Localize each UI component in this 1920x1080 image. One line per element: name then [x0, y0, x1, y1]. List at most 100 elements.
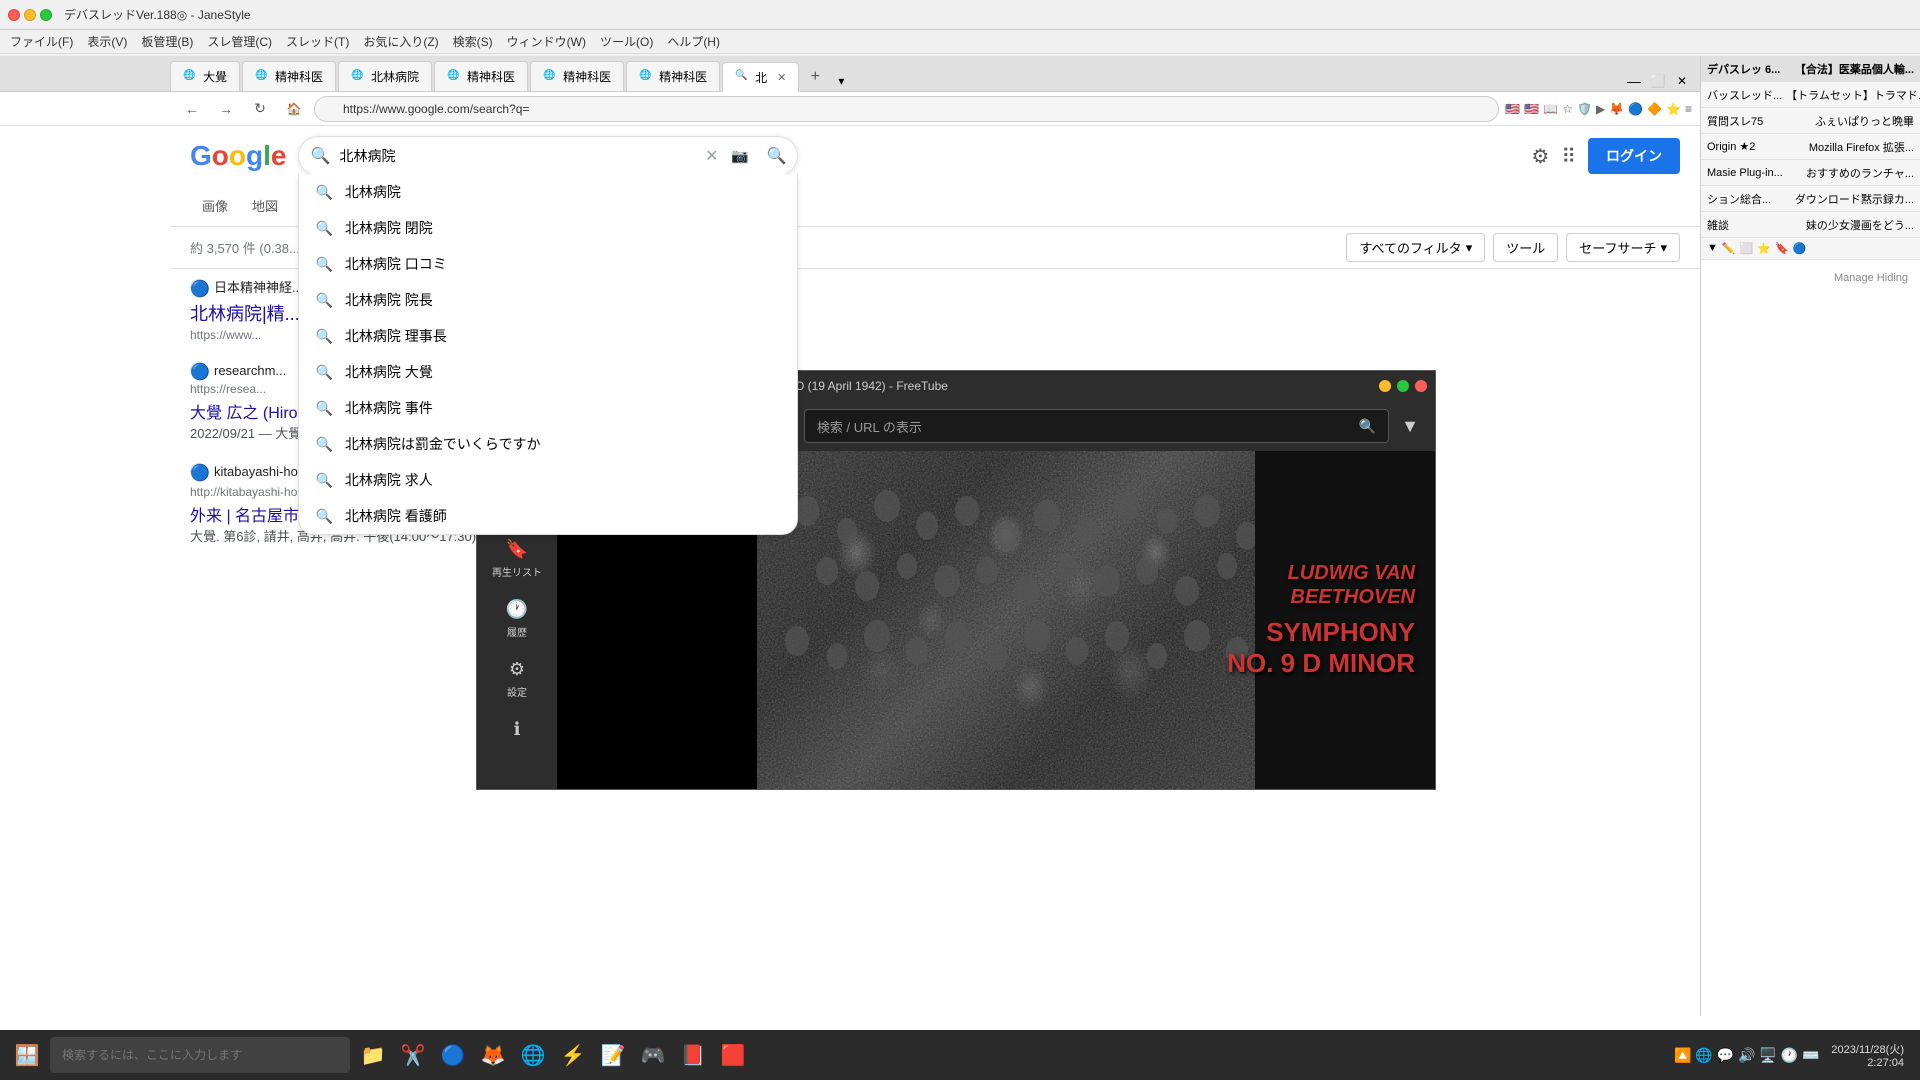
ft-sidebar-info[interactable]: ℹ — [477, 709, 557, 750]
tab-psych2[interactable]: 🌐 精神科医 — [434, 61, 528, 91]
ft-sidebar-settings[interactable]: ⚙ 設定 — [477, 649, 557, 709]
ac-item-4[interactable]: 🔍 北林病院 院長 — [299, 282, 797, 318]
menu-file[interactable]: ファイル(F) — [4, 31, 79, 52]
all-filters-btn[interactable]: すべてのフィルタ ▾ — [1346, 233, 1485, 262]
minimize-button[interactable] — [24, 9, 36, 21]
addon-icon-5[interactable]: 🔶 — [1647, 102, 1662, 116]
taskbar-pdf[interactable]: 📕 — [674, 1036, 712, 1074]
ac-item-10[interactable]: 🔍 北林病院 看護師 — [299, 498, 797, 534]
taskbar-gaming[interactable]: 🎮 — [634, 1036, 672, 1074]
tools-btn[interactable]: ツール — [1493, 233, 1558, 262]
menu-thread-mgmt[interactable]: スレ管理(C) — [201, 31, 278, 52]
reader-icon[interactable]: 📖 — [1543, 102, 1558, 116]
tab-ooku[interactable]: 🌐 大覺 — [170, 61, 240, 91]
menu-search[interactable]: 検索(S) — [447, 31, 499, 52]
taskbar-notes[interactable]: 📝 — [594, 1036, 632, 1074]
rs-item-4[interactable]: Masie Plug-in... おすすめのランチャ... — [1701, 160, 1920, 186]
maximize-button[interactable] — [40, 9, 52, 21]
taskbar-app3[interactable]: 🟥 — [714, 1036, 752, 1074]
menu-board[interactable]: 板管理(B) — [135, 31, 199, 52]
tab-psych4[interactable]: 🌐 精神科医 — [626, 61, 720, 91]
ft-overlay-line3: SYMPHONY — [1227, 617, 1415, 648]
addon-icon-3[interactable]: 🦊 — [1609, 102, 1624, 116]
ac-item-7[interactable]: 🔍 北林病院 事件 — [299, 390, 797, 426]
rs-item-6[interactable]: 雑談 妹の少女漫画をどう... — [1701, 212, 1920, 238]
lang-icon-1[interactable]: 🇺🇸 — [1505, 102, 1520, 116]
ac-item-1[interactable]: 🔍 北林病院 — [299, 174, 797, 210]
ft-close-button[interactable] — [1415, 380, 1427, 392]
rs-item-1[interactable]: バッスレッド... 【トラムセット】トラマド... — [1701, 82, 1920, 108]
google-search-input[interactable] — [298, 136, 798, 176]
browser-max-button[interactable]: ⬜ — [1648, 71, 1668, 91]
reload-button[interactable]: ↻ — [246, 95, 274, 123]
menu-icon[interactable]: ≡ — [1685, 102, 1692, 116]
rs-item-5[interactable]: ション総合... ダウンロード黙示録カ... — [1701, 186, 1920, 212]
browser-min-button[interactable]: — — [1624, 71, 1644, 91]
ft-minimize-button[interactable] — [1379, 380, 1391, 392]
taskbar-firefox[interactable]: 🦊 — [474, 1036, 512, 1074]
settings-icon[interactable]: ⚙ — [1531, 144, 1549, 169]
home-button[interactable]: 🏠 — [280, 95, 308, 123]
safe-search-btn[interactable]: セーフサーチ ▾ — [1566, 233, 1680, 262]
ft-sidebar-playlist[interactable]: 🔖 再生リスト — [477, 529, 557, 589]
bookmark-star-icon[interactable]: ☆ — [1562, 102, 1573, 116]
camera-search-icon[interactable]: 📷 — [731, 148, 748, 165]
menu-bar: ファイル(F) 表示(V) 板管理(B) スレ管理(C) スレッド(T) お気に… — [0, 30, 1920, 54]
ft-maximize-button[interactable] — [1397, 380, 1409, 392]
ac-item-2[interactable]: 🔍 北林病院 閉院 — [299, 210, 797, 246]
rs-manage: Manage Hiding — [1709, 268, 1912, 288]
ac-item-3[interactable]: 🔍 北林病院 口コミ — [299, 246, 797, 282]
taskbar-scissors[interactable]: ✂️ — [394, 1036, 432, 1074]
search-submit-icon[interactable]: 🔍 — [767, 146, 787, 166]
taskbar-explorer[interactable]: 📁 — [354, 1036, 392, 1074]
freetube-filter-button[interactable]: ▼ — [1401, 416, 1419, 437]
menu-tools[interactable]: ツール(O) — [594, 31, 659, 52]
menu-favorites[interactable]: お気に入り(Z) — [357, 31, 444, 52]
tab-close-btn[interactable]: ✕ — [777, 71, 786, 84]
tab-psych1[interactable]: 🌐 精神科医 — [242, 61, 336, 91]
ac-item-6[interactable]: 🔍 北林病院 大覺 — [299, 354, 797, 390]
back-button[interactable]: ← — [178, 95, 206, 123]
freetube-search-button[interactable]: 🔍 — [1359, 418, 1376, 435]
tab-kita-active[interactable]: 🔍 北 ✕ — [722, 62, 799, 92]
search-icon: 🔍 — [315, 364, 332, 381]
addon-icon-2[interactable]: ▶ — [1596, 102, 1605, 116]
menu-window[interactable]: ウィンドウ(W) — [501, 31, 592, 52]
rs-item-2[interactable]: 質問スレ75 ふぇいぱりっと晩畢 — [1701, 108, 1920, 134]
ac-item-9[interactable]: 🔍 北林病院 求人 — [299, 462, 797, 498]
taskbar-browser2[interactable]: 🌐 — [514, 1036, 552, 1074]
apps-icon[interactable]: ⠿ — [1561, 144, 1576, 169]
browser-close-button[interactable]: ✕ — [1672, 71, 1692, 91]
ac-item-8[interactable]: 🔍 北林病院は罰金でいくらですか — [299, 426, 797, 462]
taskbar-app1[interactable]: 🔵 — [434, 1036, 472, 1074]
menu-help[interactable]: ヘルプ(H) — [661, 31, 726, 52]
tab-images[interactable]: 画像 — [190, 188, 240, 226]
search-icon: 🔍 — [315, 184, 332, 201]
ft-sidebar-history[interactable]: 🕐 履歴 — [477, 589, 557, 649]
rs-item-3[interactable]: Origin ★2 Mozilla Firefox 拡張... — [1701, 134, 1920, 160]
history-icon: 🕐 — [506, 599, 528, 620]
tab-psych3[interactable]: 🌐 精神科医 — [530, 61, 624, 91]
search-icon: 🔍 — [315, 400, 332, 417]
search-clear-icon[interactable]: ✕ — [705, 146, 718, 166]
result-favicon-3: 🔵 — [190, 463, 206, 479]
address-bar[interactable] — [314, 96, 1499, 122]
taskbar-app2[interactable]: ⚡ — [554, 1036, 592, 1074]
tab-overflow-button[interactable]: ▾ — [831, 71, 851, 91]
menu-thread[interactable]: スレッド(T) — [280, 31, 355, 52]
tab-maps[interactable]: 地図 — [240, 188, 290, 226]
forward-button[interactable]: → — [212, 95, 240, 123]
login-button[interactable]: ログイン — [1588, 138, 1680, 174]
taskbar-search[interactable] — [50, 1037, 350, 1073]
new-tab-button[interactable]: + — [801, 63, 829, 91]
close-button[interactable] — [8, 9, 20, 21]
menu-view[interactable]: 表示(V) — [81, 31, 133, 52]
tab-hospital1[interactable]: 🌐 北林病院 — [338, 61, 432, 91]
addon-icon-6[interactable]: ⭐ — [1666, 102, 1681, 116]
addon-icon-1[interactable]: 🛡️ — [1577, 102, 1592, 116]
addon-icon-4[interactable]: 🔵 — [1628, 102, 1643, 116]
start-button[interactable]: 🪟 — [8, 1036, 46, 1074]
ac-item-5[interactable]: 🔍 北林病院 理事長 — [299, 318, 797, 354]
lang-icon-2[interactable]: 🇺🇸 — [1524, 102, 1539, 116]
taskbar-tray-icons: 🔼 🌐 💬 🔊 🖥️ 🕐 ⌨️ — [1674, 1047, 1819, 1064]
